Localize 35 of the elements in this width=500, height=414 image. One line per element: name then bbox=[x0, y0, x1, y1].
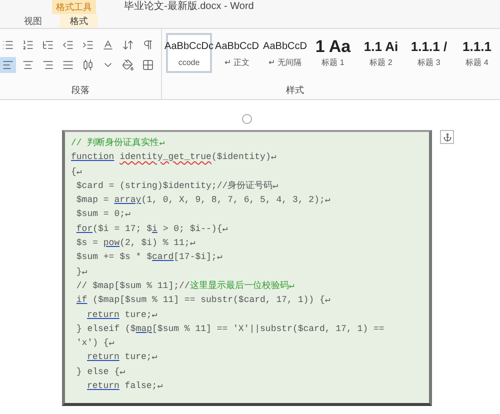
code-line: {↵ bbox=[71, 166, 82, 179]
code-line: $sum += $s * $card[17-$i];↵ bbox=[76, 251, 222, 264]
code-line: 'x') {↵ bbox=[76, 337, 114, 350]
style-gallery-item[interactable]: 1 Aa 标题 1 bbox=[310, 33, 356, 73]
ribbon-tab[interactable]: 格式 bbox=[60, 14, 98, 28]
code-line: // 判断身份证真实性↵ bbox=[71, 136, 165, 150]
group-label: 样式 bbox=[286, 84, 304, 96]
code-line: $map = array(1, 0, X, 9, 8, 7, 6, 5, 4, 3, 2);↵ bbox=[76, 194, 330, 208]
style-gallery-item[interactable]: AaBbCcD ↵ 正文 bbox=[214, 33, 260, 73]
anchor-handle-icon[interactable] bbox=[242, 114, 252, 124]
style-gallery-item[interactable]: AaBbCcD ↵ 无间隔 bbox=[262, 33, 308, 73]
group-label: 段落 bbox=[72, 84, 90, 96]
code-line: return ture;↵ bbox=[87, 308, 158, 322]
code-line: } elseif ($map[$sum % 11] == 'X'||substr($card, 17, 1) == bbox=[76, 322, 384, 336]
code-line: $sum = 0;↵ bbox=[76, 208, 130, 222]
code-line: $card = (string)$identity;//身份证号码↵ bbox=[76, 180, 278, 193]
code-line: }↵ bbox=[76, 266, 88, 279]
code-line: for($i = 17; $i > 0; $i--){↵ bbox=[76, 222, 228, 236]
code-line: return false;↵ bbox=[87, 380, 163, 394]
context-tab-group-label: 格式工具 bbox=[52, 0, 96, 14]
code-line: function identity_get_true($identity)↵ bbox=[71, 151, 276, 164]
borders-icon[interactable] bbox=[140, 57, 156, 73]
style-gallery-item[interactable]: 1.1.1 标题 4 bbox=[454, 33, 500, 73]
ribbon-tab[interactable]: 视图 bbox=[14, 14, 52, 28]
window-title: 毕业论文-最新版.docx - Word bbox=[124, 0, 254, 14]
code-line: } else {↵ bbox=[76, 366, 126, 379]
code-line: $s = pow(2, $i) % 11;↵ bbox=[76, 237, 196, 250]
code-line: // $map[$sum % 11];//这里显示最后一位校验码↵ bbox=[76, 280, 294, 293]
align-left-icon[interactable] bbox=[0, 57, 16, 73]
code-line: return ture;↵ bbox=[87, 351, 158, 364]
style-gallery-item[interactable]: AaBbCcDc ccode bbox=[166, 33, 212, 73]
style-gallery-item[interactable]: 1.1.1 / 标题 3 bbox=[406, 33, 452, 73]
code-line: if ($map[$sum % 11] == substr($card, 17, 1)) {↵ bbox=[76, 294, 330, 308]
shading-icon[interactable] bbox=[120, 57, 136, 73]
style-gallery-item[interactable]: 1.1 Ai 标题 2 bbox=[358, 33, 404, 73]
